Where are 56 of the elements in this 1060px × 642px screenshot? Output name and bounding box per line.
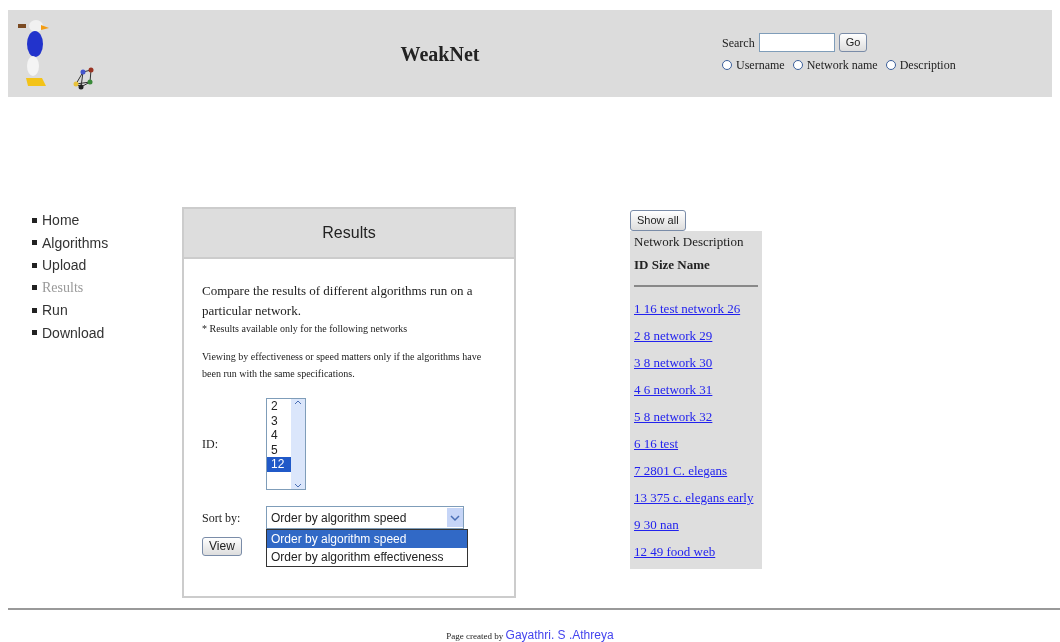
sort-dropdown[interactable]: Order by algorithm speed <box>266 506 464 529</box>
list-option[interactable]: 2 <box>267 399 291 414</box>
go-button[interactable]: Go <box>838 33 868 52</box>
network-link[interactable]: 12 49 food web <box>634 538 762 565</box>
author-link[interactable]: Gayathri. S .Athreya <box>505 628 614 642</box>
network-heading: Network Description <box>634 233 745 251</box>
nav-link[interactable]: Download <box>42 321 105 344</box>
nav-link[interactable]: Home <box>42 209 80 232</box>
nav-link[interactable]: Run <box>42 299 68 322</box>
network-link[interactable]: 2 8 network 29 <box>634 322 762 349</box>
id-listbox[interactable]: 2 3 4 5 12 <box>266 398 306 490</box>
dropdown-option[interactable]: Order by algorithm effectiveness <box>267 548 467 566</box>
bullet-icon <box>32 285 37 291</box>
network-graph-icon <box>72 65 94 90</box>
list-option[interactable]: 5 <box>267 442 291 457</box>
scroll-up-icon[interactable] <box>294 399 302 405</box>
list-option[interactable]: 4 <box>267 428 291 443</box>
list-option[interactable]: 12 <box>267 457 291 472</box>
network-link[interactable]: 7 2801 C. elegans <box>634 457 762 484</box>
nav-link[interactable]: Algorithms <box>42 231 109 254</box>
list-option[interactable]: 3 <box>267 413 291 428</box>
network-link[interactable]: 4 6 network 31 <box>634 376 762 403</box>
radio-label: Description <box>899 57 956 74</box>
bullet-icon <box>32 307 37 313</box>
info-text: Viewing by effectiveness or speed matters only if the algorithms have been run with the same specifications. <box>202 350 483 381</box>
note-text: * Results available only for the following networks <box>202 322 409 336</box>
network-link[interactable]: 13 375 c. elegans early <box>634 484 762 511</box>
show-all-button[interactable]: Show all <box>630 210 686 231</box>
view-button[interactable]: View <box>202 537 242 556</box>
dropdown-option[interactable]: Order by algorithm speed <box>267 530 467 548</box>
bullet-icon <box>32 330 37 336</box>
bullet-icon <box>32 217 37 223</box>
scroll-down-icon[interactable] <box>294 483 302 489</box>
radio-label: Username <box>736 57 785 74</box>
nav-link[interactable]: Upload <box>42 254 87 277</box>
network-link[interactable]: 5 8 network 32 <box>634 403 762 430</box>
footer-text: Page created by <box>446 631 504 641</box>
bullet-icon <box>32 262 37 268</box>
radio-button[interactable] <box>792 60 803 70</box>
search-field[interactable] <box>758 33 835 52</box>
sort-label: Sort by: <box>202 509 242 527</box>
radio-label: Network name <box>806 57 878 74</box>
network-link[interactable]: 3 8 network 30 <box>634 349 762 376</box>
network-link[interactable]: 9 30 nan <box>634 511 762 538</box>
scrollbar[interactable] <box>291 399 305 489</box>
intro-text: Compare the results of different algorithms run on a particular network. <box>202 282 474 320</box>
network-link[interactable]: 6 16 test <box>634 430 762 457</box>
network-link[interactable]: 1 16 test network 26 <box>634 295 762 322</box>
search-label: Search <box>722 34 755 52</box>
site-title: WeakNet <box>399 41 481 67</box>
column-headings: ID Size Name <box>634 256 711 274</box>
id-label: ID: <box>202 436 219 453</box>
radio-button[interactable] <box>722 60 732 70</box>
bullet-icon <box>32 240 37 246</box>
radio-button[interactable] <box>885 60 896 70</box>
panel-title: Results <box>322 223 376 243</box>
